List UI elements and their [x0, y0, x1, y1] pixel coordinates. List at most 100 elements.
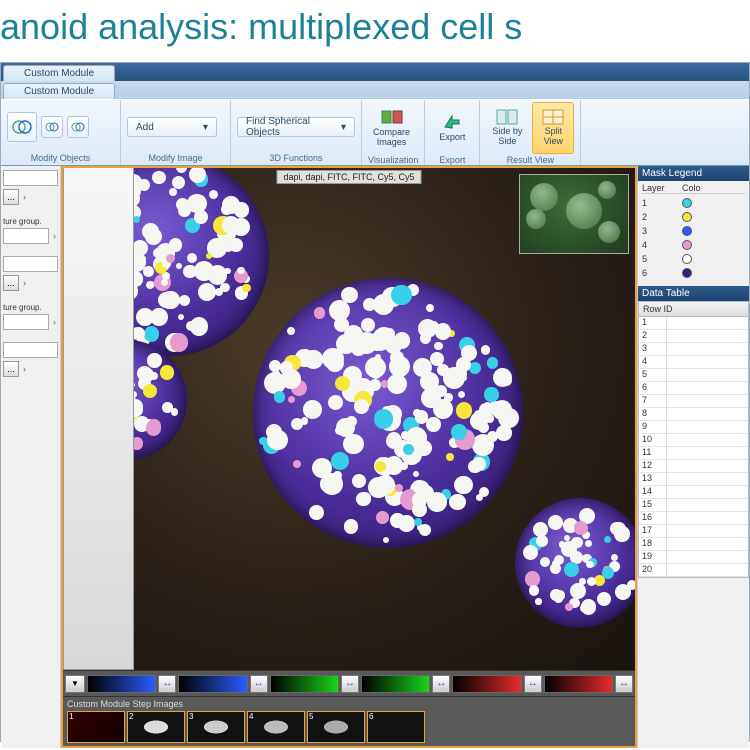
table-row[interactable]: 11: [639, 447, 748, 460]
venn-icon: [11, 116, 33, 138]
add-button[interactable]: Add▾: [127, 117, 217, 137]
histogram-red-1[interactable]: [452, 675, 521, 693]
histogram-menu[interactable]: ▼: [65, 675, 85, 693]
step-thumbnail[interactable]: 3: [187, 711, 245, 743]
chevron-right-icon[interactable]: ›: [21, 364, 28, 374]
object-tool-2[interactable]: [41, 116, 63, 138]
split-view-icon: [542, 109, 564, 125]
ribbon-label-result-view: Result View: [486, 154, 574, 165]
data-table-col-rowid[interactable]: Row ID: [638, 301, 749, 317]
table-row[interactable]: 9: [639, 421, 748, 434]
legend-row[interactable]: 3: [642, 224, 745, 238]
left-group-label: ture group.: [3, 303, 58, 312]
ribbon-group-export: Export Export: [425, 100, 480, 165]
hist-stretch-icon[interactable]: ↔: [250, 675, 268, 693]
right-panel: Mask Legend Layer Colo 123456 Data Table…: [637, 166, 749, 748]
table-row[interactable]: 8: [639, 408, 748, 421]
table-row[interactable]: 5: [639, 369, 748, 382]
left-group-label: ture group.: [3, 217, 58, 226]
table-row[interactable]: 18: [639, 538, 748, 551]
compare-images-label: Compare Images: [373, 128, 410, 148]
step-thumbnail[interactable]: 6: [367, 711, 425, 743]
venn-small-icon: [44, 119, 60, 135]
ribbon-group-result-view: Side by Side Split View Result View: [480, 100, 581, 165]
table-row[interactable]: 3: [639, 343, 748, 356]
side-by-side-icon: [496, 109, 518, 125]
compare-images-button[interactable]: Compare Images: [368, 102, 415, 154]
browse-button[interactable]: ...: [3, 189, 19, 205]
hist-stretch-icon[interactable]: ↔: [432, 675, 450, 693]
step-thumbnail[interactable]: 5: [307, 711, 365, 743]
left-dropdown[interactable]: [3, 170, 58, 186]
split-view-label: Split View: [544, 127, 563, 147]
left-dropdown[interactable]: [3, 228, 49, 244]
table-row[interactable]: 12: [639, 460, 748, 473]
table-row[interactable]: 20: [639, 564, 748, 577]
step-images-row: Custom Module Step Images 123456: [63, 696, 635, 746]
histogram-red-2[interactable]: [544, 675, 613, 693]
find-spherical-label: Find Spherical Objects: [246, 116, 337, 138]
table-row[interactable]: 4: [639, 356, 748, 369]
slide-title: anoid analysis: multiplexed cell s: [0, 0, 750, 62]
left-dropdown[interactable]: [3, 314, 49, 330]
table-row[interactable]: 2: [639, 330, 748, 343]
export-label: Export: [439, 133, 465, 143]
legend-row[interactable]: 5: [642, 252, 745, 266]
export-icon: [442, 113, 462, 131]
table-row[interactable]: 17: [639, 525, 748, 538]
image-viewer[interactable]: 35µm dapi, dapi, FITC, FITC, Cy5, Cy5 Si…: [63, 168, 635, 670]
ribbon-group-modify-objects: Modify Objects: [1, 100, 121, 165]
side-by-side-button[interactable]: Side by Side: [486, 102, 528, 154]
table-row[interactable]: 7: [639, 395, 748, 408]
tab-single-image[interactable]: Single Image: [63, 168, 134, 670]
data-table: Row ID 1234567891011121314151617181920: [638, 301, 749, 748]
hist-stretch-icon[interactable]: ↔: [524, 675, 542, 693]
histogram-row: ▼ ↔ ↔ ↔ ↔ ↔ ↔: [63, 670, 635, 696]
module-tab-bar: Custom Module: [1, 63, 749, 81]
hist-stretch-icon[interactable]: ↔: [341, 675, 359, 693]
legend-row[interactable]: 2: [642, 210, 745, 224]
legend-col-color: Colo: [682, 183, 701, 193]
histogram-blue-2[interactable]: [178, 675, 247, 693]
step-images-label: Custom Module Step Images: [67, 699, 631, 709]
table-row[interactable]: 19: [639, 551, 748, 564]
table-row[interactable]: 13: [639, 473, 748, 486]
table-row[interactable]: 1: [639, 317, 748, 330]
object-tool-1[interactable]: [7, 112, 37, 142]
export-button[interactable]: Export: [431, 102, 473, 154]
dropdown-icon: ▾: [341, 122, 346, 133]
split-view-button[interactable]: Split View: [532, 102, 574, 154]
object-tool-3[interactable]: [67, 116, 89, 138]
left-panel: ...›ture group. › ...›ture group. › ...›: [1, 166, 61, 748]
table-row[interactable]: 6: [639, 382, 748, 395]
chevron-right-icon[interactable]: ›: [21, 278, 28, 288]
browse-button[interactable]: ...: [3, 361, 19, 377]
table-row[interactable]: 14: [639, 486, 748, 499]
inset-overview[interactable]: [519, 174, 629, 254]
hist-stretch-icon[interactable]: ↔: [158, 675, 176, 693]
chevron-right-icon[interactable]: ›: [21, 192, 28, 202]
chevron-right-icon[interactable]: ›: [51, 231, 58, 241]
histogram-green-1[interactable]: [270, 675, 339, 693]
compare-icon: [381, 108, 403, 126]
step-thumbnail[interactable]: 2: [127, 711, 185, 743]
table-row[interactable]: 15: [639, 499, 748, 512]
hist-stretch-icon[interactable]: ↔: [615, 675, 633, 693]
find-spherical-button[interactable]: Find Spherical Objects ▾: [237, 117, 355, 137]
table-row[interactable]: 10: [639, 434, 748, 447]
legend-row[interactable]: 6: [642, 266, 745, 280]
tab-custom-module-1[interactable]: Custom Module: [3, 65, 115, 81]
left-dropdown[interactable]: [3, 342, 58, 358]
histogram-green-2[interactable]: [361, 675, 430, 693]
legend-row[interactable]: 4: [642, 238, 745, 252]
tab-custom-module-2[interactable]: Custom Module: [3, 83, 115, 99]
histogram-blue-1[interactable]: [87, 675, 156, 693]
left-dropdown[interactable]: [3, 256, 58, 272]
legend-row[interactable]: 1: [642, 196, 745, 210]
chevron-right-icon[interactable]: ›: [51, 317, 58, 327]
ribbon-label-modify-image: Modify Image: [127, 152, 224, 163]
browse-button[interactable]: ...: [3, 275, 19, 291]
step-thumbnail[interactable]: 1: [67, 711, 125, 743]
table-row[interactable]: 16: [639, 512, 748, 525]
step-thumbnail[interactable]: 4: [247, 711, 305, 743]
